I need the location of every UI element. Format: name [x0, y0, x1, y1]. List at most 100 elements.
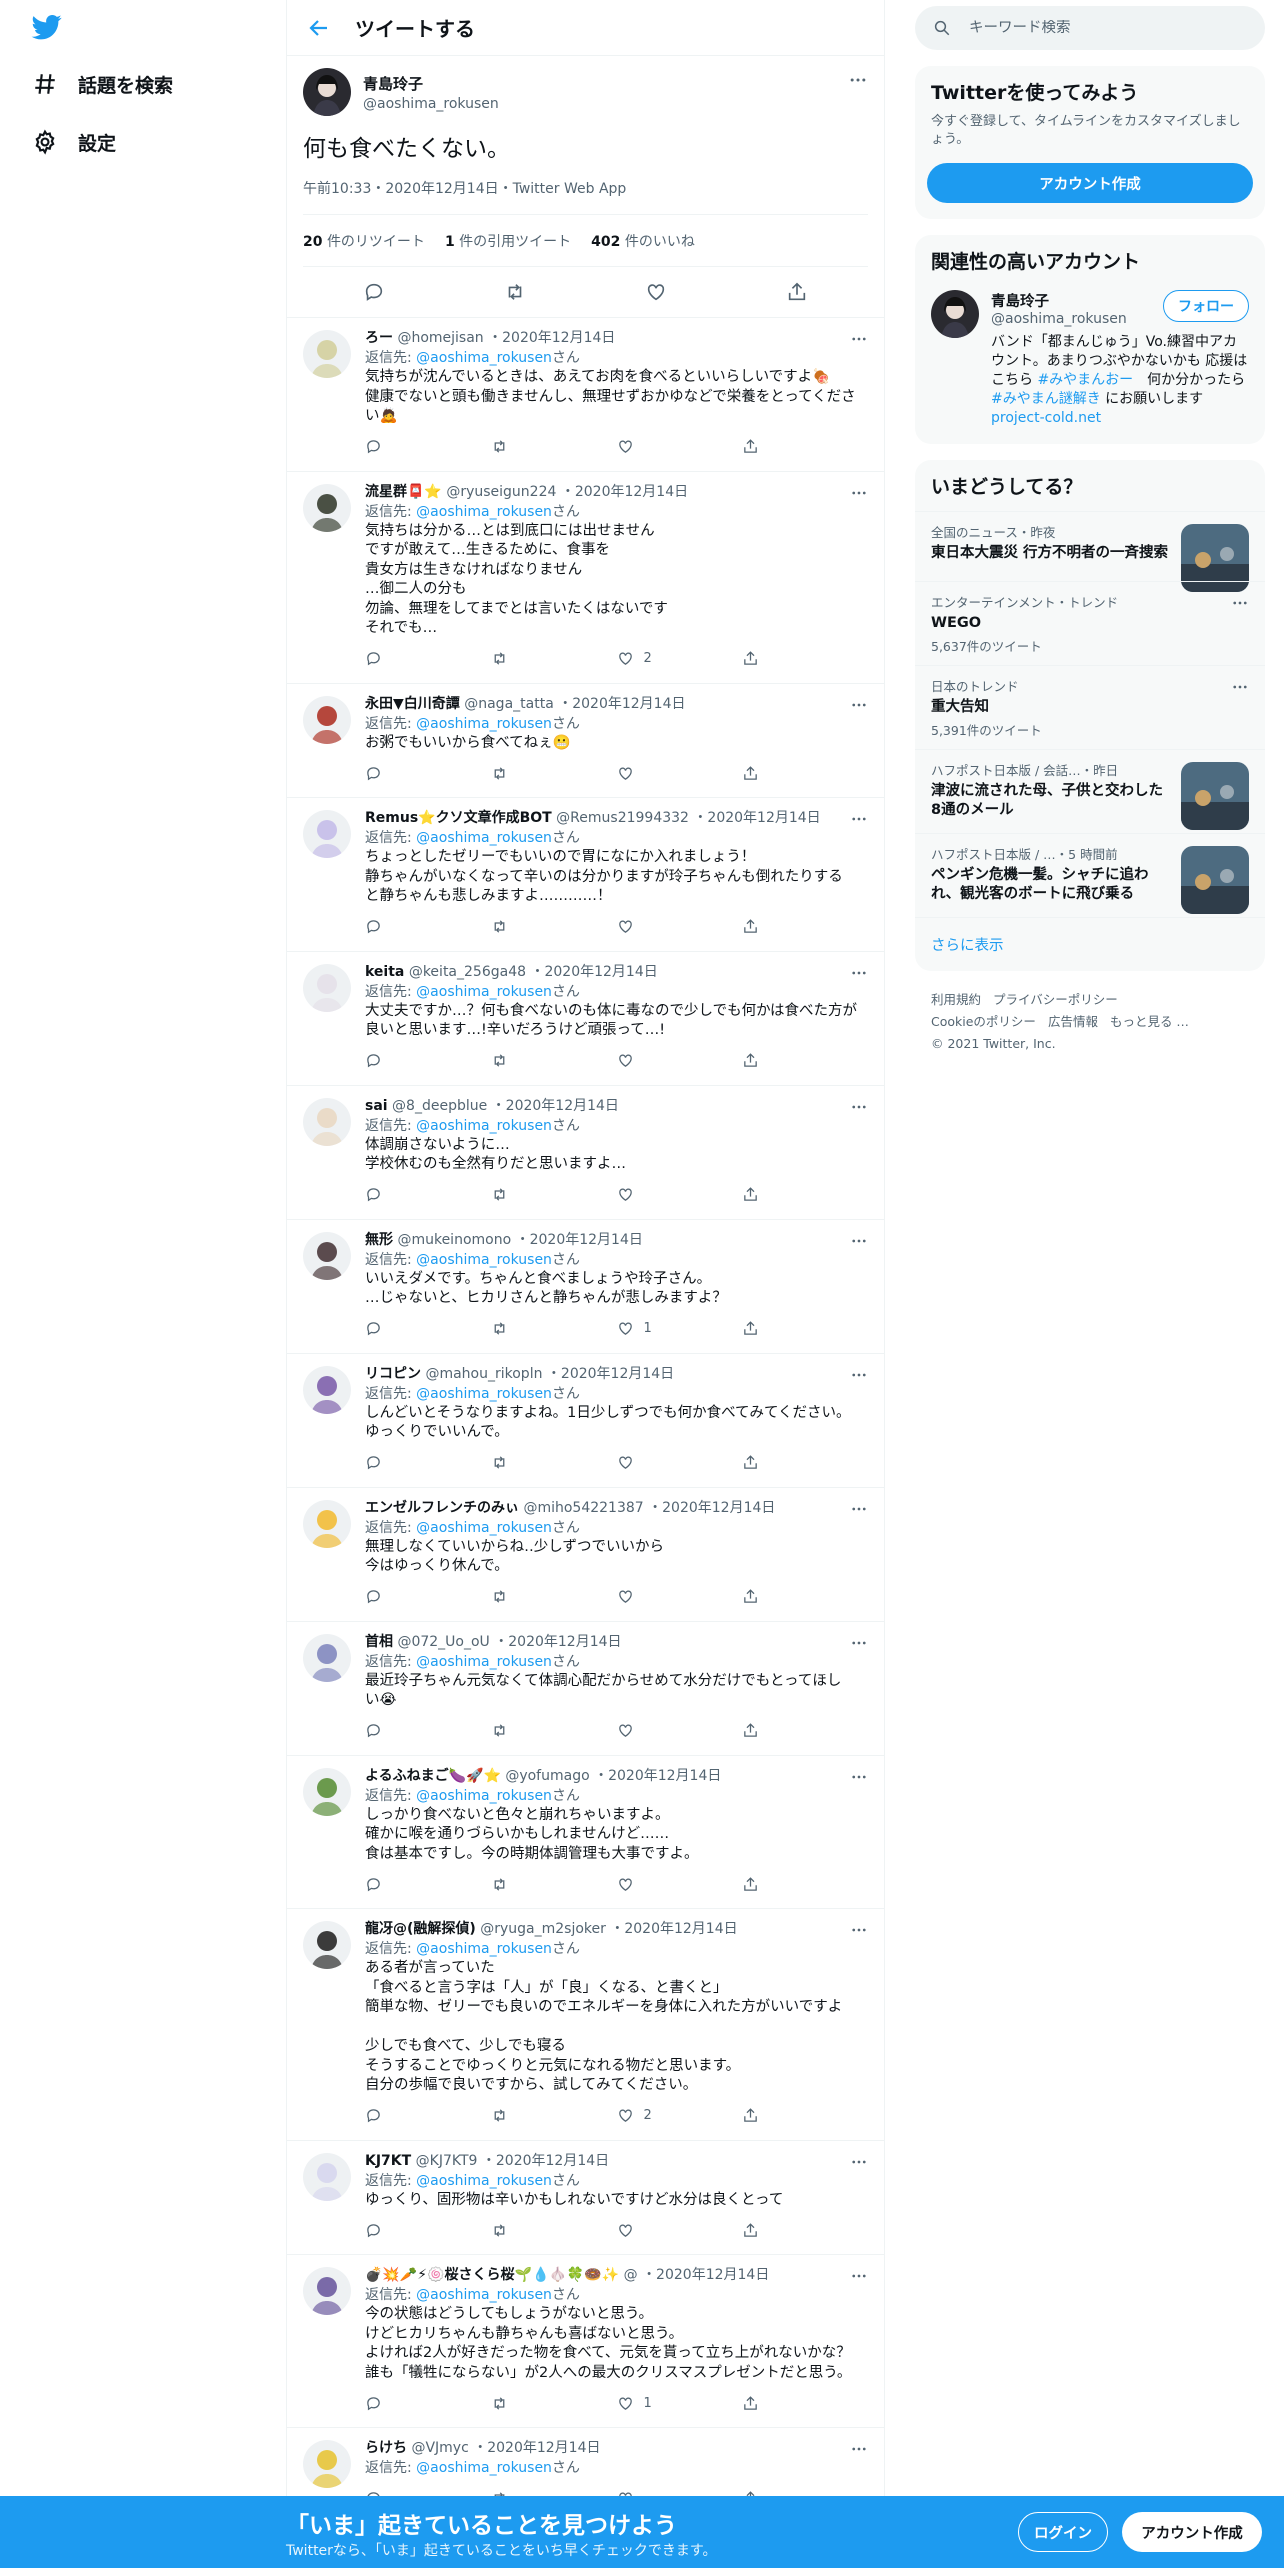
like-heart-icon[interactable] — [617, 1320, 634, 1337]
reply-tweet[interactable]: 永田▼白川奇譚 @naga_tatta ・2020年12月14日 返信先: @a… — [287, 684, 884, 798]
reply-tweet[interactable]: リコピン @mahou_rikopln ・2020年12月14日 返信先: @a… — [287, 1354, 884, 1488]
reply-icon[interactable] — [365, 1722, 382, 1739]
more-options-icon[interactable] — [850, 696, 868, 714]
share-icon[interactable] — [742, 2222, 759, 2239]
reply-to-handle-link[interactable]: @aoshima_rokusen — [416, 1520, 552, 1536]
trend-item[interactable]: エンターテインメント・トレンド WEGO 5,637件のツイート — [915, 581, 1265, 665]
reply-author-name[interactable]: 龍冴@(融解探偵) — [365, 1921, 476, 1937]
reply-date[interactable]: ・2020年12月14日 — [547, 1366, 674, 1382]
share-icon[interactable] — [742, 765, 759, 782]
signup-button[interactable]: アカウント作成 — [1122, 2512, 1262, 2552]
reply-date[interactable]: ・2020年12月14日 — [610, 1921, 737, 1937]
nav-explore[interactable]: 話題を検索 — [32, 62, 173, 106]
reply-icon[interactable] — [365, 1186, 382, 1203]
reply-icon[interactable] — [365, 438, 382, 455]
more-options-icon[interactable] — [850, 2267, 868, 2285]
back-arrow-icon[interactable] — [307, 16, 331, 40]
like-heart-icon[interactable] — [617, 2107, 634, 2124]
avatar[interactable] — [303, 2440, 351, 2488]
nav-settings[interactable]: 設定 — [32, 120, 116, 164]
retweet-count-link[interactable]: 20 件のリツイート — [303, 231, 425, 251]
avatar[interactable] — [303, 68, 351, 116]
reply-tweet[interactable]: 無形 @mukeinomono ・2020年12月14日 返信先: @aoshi… — [287, 1220, 884, 1354]
reply-tweet[interactable]: sai @8_deepblue ・2020年12月14日 返信先: @aoshi… — [287, 1086, 884, 1220]
avatar[interactable] — [931, 290, 979, 338]
retweet-icon[interactable] — [491, 650, 508, 667]
reply-icon[interactable] — [365, 1320, 382, 1337]
create-account-button[interactable]: アカウント作成 — [927, 163, 1253, 203]
like-heart-icon[interactable] — [617, 1722, 634, 1739]
reply-author-handle[interactable]: @miho54221387 — [523, 1500, 643, 1516]
reply-to-handle-link[interactable]: @aoshima_rokusen — [416, 1654, 552, 1670]
retweet-icon[interactable] — [491, 1052, 508, 1069]
reply-tweet[interactable]: keita @keita_256ga48 ・2020年12月14日 返信先: @… — [287, 952, 884, 1086]
tweet-timestamp[interactable]: 午前10:33・2020年12月14日・Twitter Web App — [303, 178, 868, 215]
like-heart-icon[interactable] — [617, 765, 634, 782]
author-name[interactable]: 青島玲子 — [363, 73, 499, 94]
reply-author-name[interactable]: よるふねまご🍆🚀⭐ — [365, 1768, 501, 1784]
reply-author-handle[interactable]: @VJmyc — [411, 2440, 468, 2456]
more-link[interactable]: もっと見る … — [1110, 1014, 1189, 1029]
twitter-bird-logo-icon[interactable] — [30, 12, 64, 42]
ads-info-link[interactable]: 広告情報 — [1048, 1014, 1098, 1029]
show-more-link[interactable]: さらに表示 — [915, 917, 1265, 971]
like-heart-icon[interactable] — [617, 918, 634, 935]
reply-author-handle[interactable]: @8_deepblue — [392, 1098, 487, 1114]
reply-tweet[interactable]: KJ7KT @KJ7KT9 ・2020年12月14日 返信先: @aoshima… — [287, 2141, 884, 2255]
reply-icon[interactable] — [365, 1052, 382, 1069]
like-heart-icon[interactable] — [617, 1454, 634, 1471]
reply-date[interactable]: ・2020年12月14日 — [482, 2153, 609, 2169]
login-button[interactable]: ログイン — [1018, 2512, 1108, 2552]
avatar[interactable] — [303, 1231, 351, 1280]
more-options-icon[interactable] — [850, 2440, 868, 2458]
more-options-icon[interactable] — [848, 70, 868, 90]
share-icon[interactable] — [742, 1722, 759, 1739]
reply-icon[interactable] — [365, 1876, 382, 1893]
reply-to-handle-link[interactable]: @aoshima_rokusen — [416, 1941, 552, 1957]
avatar[interactable] — [303, 330, 351, 378]
retweet-icon[interactable] — [491, 1722, 508, 1739]
reply-author-handle[interactable]: @yofumago — [505, 1768, 589, 1784]
reply-icon[interactable] — [365, 2395, 382, 2412]
reply-author-name[interactable]: 💣💥🥕⚡🍥桜さくら桜🌱💧🧄🍀🍩✨ — [365, 2267, 619, 2283]
reply-date[interactable]: ・2020年12月14日 — [561, 484, 688, 500]
more-options-icon[interactable] — [850, 1921, 868, 1939]
reply-date[interactable]: ・2020年12月14日 — [648, 1500, 775, 1516]
avatar[interactable] — [303, 1921, 351, 1969]
reply-to-handle-link[interactable]: @aoshima_rokusen — [416, 2287, 552, 2303]
avatar[interactable] — [303, 963, 351, 1012]
share-icon[interactable] — [742, 1052, 759, 1069]
retweet-icon[interactable] — [491, 2107, 508, 2124]
reply-author-handle[interactable]: @naga_tatta — [464, 696, 554, 712]
like-count-link[interactable]: 402 件のいいね — [591, 231, 695, 251]
avatar[interactable] — [303, 2267, 351, 2315]
reply-to-handle-link[interactable]: @aoshima_rokusen — [416, 350, 552, 366]
retweet-icon[interactable] — [491, 918, 508, 935]
retweet-icon[interactable] — [491, 1876, 508, 1893]
reply-author-handle[interactable]: @Remus21994332 — [556, 810, 689, 826]
reply-to-handle-link[interactable]: @aoshima_rokusen — [416, 1788, 552, 1804]
like-heart-icon[interactable] — [617, 1186, 634, 1203]
retweet-icon[interactable] — [491, 765, 508, 782]
like-heart-icon[interactable] — [617, 1588, 634, 1605]
reply-icon[interactable] — [365, 650, 382, 667]
reply-date[interactable]: ・2020年12月14日 — [516, 1232, 643, 1248]
retweet-icon[interactable] — [491, 2222, 508, 2239]
more-options-icon[interactable] — [1231, 594, 1249, 612]
reply-author-name[interactable]: 首相 — [365, 1634, 393, 1650]
share-icon[interactable] — [742, 1454, 759, 1471]
reply-author-name[interactable]: 無形 — [365, 1232, 393, 1248]
reply-tweet[interactable]: 龍冴@(融解探偵) @ryuga_m2sjoker ・2020年12月14日 返… — [287, 1909, 884, 2141]
reply-date[interactable]: ・2020年12月14日 — [494, 1634, 621, 1650]
reply-tweet[interactable]: Remus⭐クソ文章作成BOT @Remus21994332 ・2020年12月… — [287, 798, 884, 952]
reply-icon[interactable] — [365, 1588, 382, 1605]
more-options-icon[interactable] — [850, 1768, 868, 1786]
avatar[interactable] — [303, 483, 351, 532]
reply-author-handle[interactable]: @ — [624, 2267, 638, 2283]
reply-tweet[interactable]: 首相 @072_Uo_oU ・2020年12月14日 返信先: @aoshima… — [287, 1622, 884, 1756]
reply-icon[interactable] — [365, 2222, 382, 2239]
retweet-icon[interactable] — [491, 1186, 508, 1203]
like-heart-icon[interactable] — [617, 650, 634, 667]
reply-author-handle[interactable]: @ryuseigun224 — [446, 484, 556, 500]
more-options-icon[interactable] — [850, 484, 868, 502]
